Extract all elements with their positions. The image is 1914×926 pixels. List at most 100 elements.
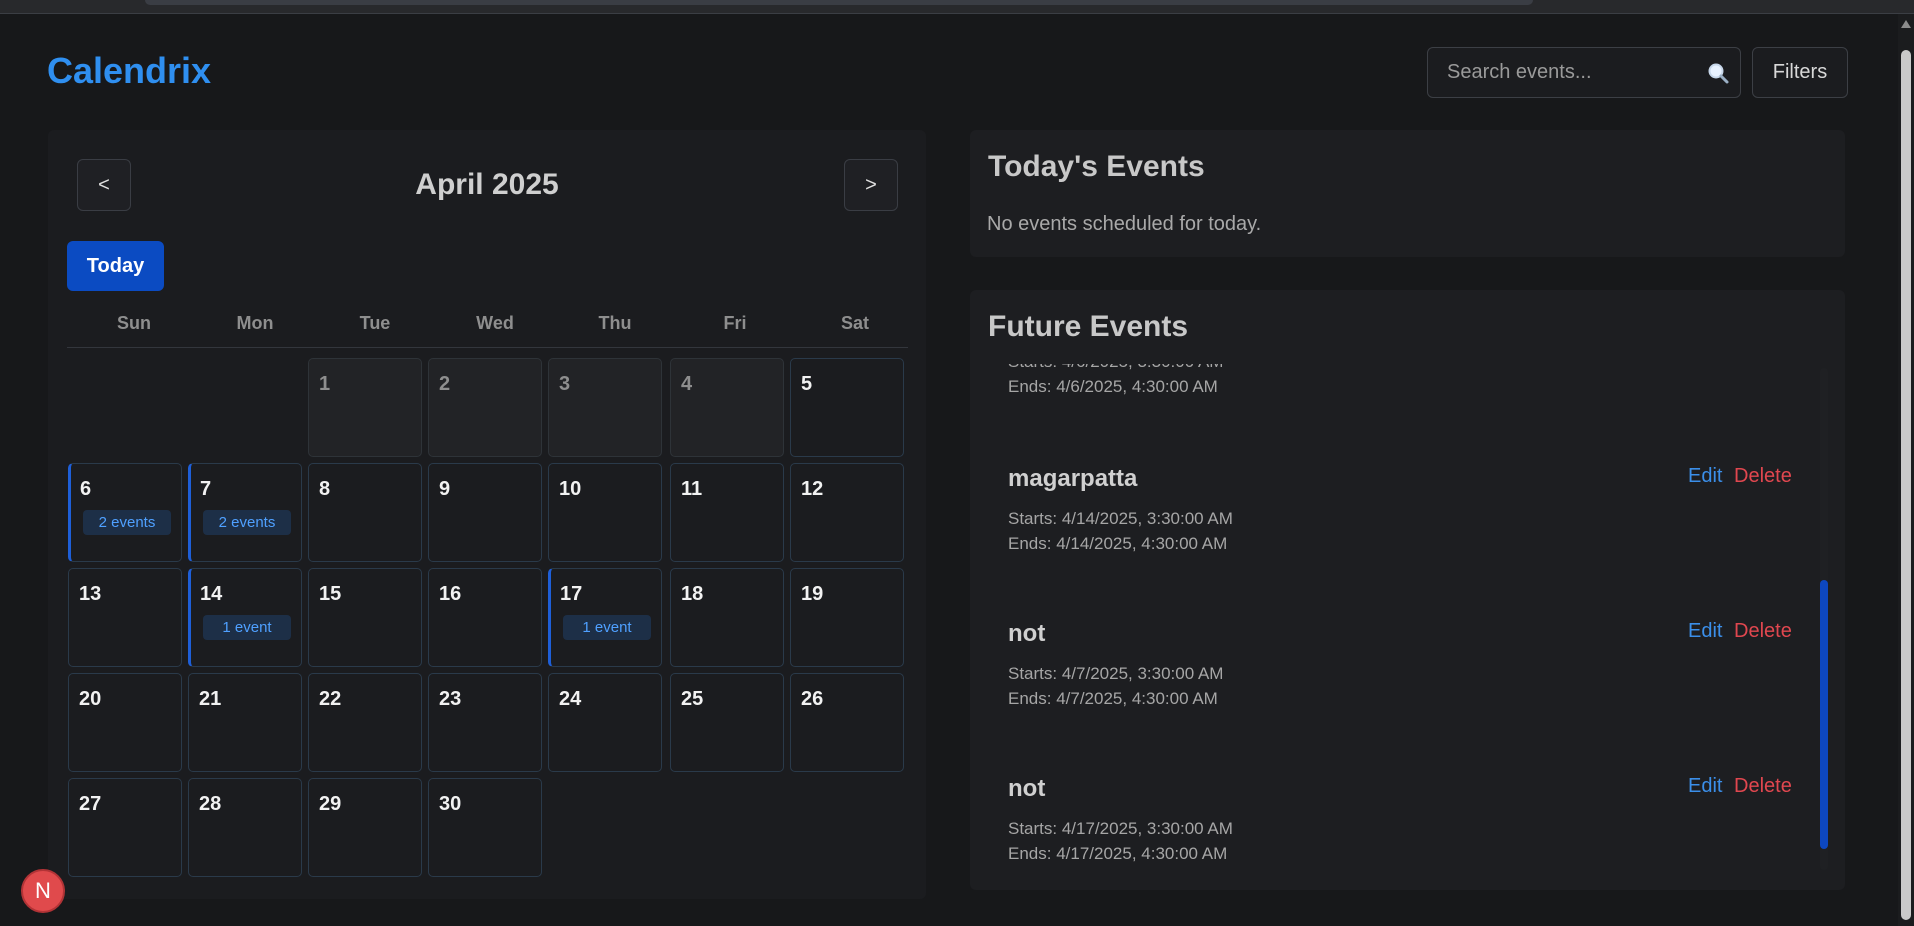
edit-event-button[interactable]: Edit bbox=[1688, 465, 1722, 488]
day-cell[interactable]: 5 bbox=[790, 358, 904, 457]
day-number: 1 bbox=[319, 373, 331, 395]
day-cell[interactable]: 12 bbox=[790, 463, 904, 562]
day-number: 26 bbox=[801, 688, 824, 710]
day-cell[interactable]: 9 bbox=[428, 463, 542, 562]
day-cell[interactable]: 17 1 event bbox=[548, 568, 662, 667]
filters-button[interactable]: Filters bbox=[1752, 47, 1848, 98]
search-box[interactable] bbox=[1427, 47, 1741, 98]
event-start: Starts: 4/17/2025, 3:30:00 AM bbox=[1008, 819, 1233, 838]
address-bar-edge bbox=[145, 0, 1533, 5]
day-number: 29 bbox=[319, 793, 342, 815]
day-number: 17 bbox=[560, 583, 583, 605]
day-cell[interactable]: 1 bbox=[308, 358, 422, 457]
day-cell[interactable]: 6 2 events bbox=[68, 463, 182, 562]
weekday-header: Mon bbox=[236, 313, 274, 333]
todays-events-title: Today's Events bbox=[988, 150, 1205, 183]
day-cell[interactable]: 18 bbox=[670, 568, 784, 667]
app-logo: Calendrix bbox=[47, 50, 212, 91]
day-cell[interactable]: 2 bbox=[428, 358, 542, 457]
day-number: 28 bbox=[199, 793, 222, 815]
event-count-badge[interactable]: 2 events bbox=[203, 510, 291, 535]
edit-event-button[interactable]: Edit bbox=[1688, 775, 1722, 798]
weekday-divider bbox=[67, 347, 908, 348]
day-number: 30 bbox=[439, 793, 462, 815]
day-cell[interactable]: 21 bbox=[188, 673, 302, 772]
day-cell[interactable]: 29 bbox=[308, 778, 422, 877]
day-cell[interactable]: 20 bbox=[68, 673, 182, 772]
day-cell[interactable]: 27 bbox=[68, 778, 182, 877]
event-title: not bbox=[1008, 620, 1046, 647]
day-cell[interactable]: 22 bbox=[308, 673, 422, 772]
event-count-badge[interactable]: 1 event bbox=[203, 615, 291, 640]
day-number: 3 bbox=[559, 373, 571, 395]
scroll-up-arrow-icon[interactable] bbox=[1901, 20, 1911, 28]
no-events-message: No events scheduled for today. bbox=[987, 213, 1262, 235]
future-events-title: Future Events bbox=[988, 310, 1189, 343]
events-scrollbar-thumb[interactable] bbox=[1820, 580, 1828, 849]
weekday-header: Sat bbox=[840, 313, 869, 333]
weekday-header: Thu bbox=[598, 313, 632, 333]
day-cell[interactable]: 28 bbox=[188, 778, 302, 877]
day-cell[interactable]: 23 bbox=[428, 673, 542, 772]
event-end: Ends: 4/7/2025, 4:30:00 AM bbox=[1008, 689, 1218, 708]
day-cell[interactable]: 3 bbox=[548, 358, 662, 457]
event-count-badge[interactable]: 1 event bbox=[563, 615, 651, 640]
day-cell[interactable]: 4 bbox=[670, 358, 784, 457]
day-cell[interactable]: 19 bbox=[790, 568, 904, 667]
day-number: 11 bbox=[681, 478, 703, 500]
day-number: 19 bbox=[801, 583, 824, 605]
delete-event-button[interactable]: Delete bbox=[1734, 620, 1792, 643]
day-cell[interactable]: 15 bbox=[308, 568, 422, 667]
day-number: 25 bbox=[681, 688, 704, 710]
browser-top-strip bbox=[0, 0, 1914, 14]
day-number: 8 bbox=[319, 478, 331, 500]
day-cell[interactable]: 11 bbox=[670, 463, 784, 562]
day-cell[interactable]: 25 bbox=[670, 673, 784, 772]
day-number: 20 bbox=[79, 688, 102, 710]
day-cell[interactable]: 26 bbox=[790, 673, 904, 772]
next-month-button[interactable]: > bbox=[844, 159, 898, 211]
event-count-badge[interactable]: 2 events bbox=[83, 510, 171, 535]
day-number: 7 bbox=[200, 478, 212, 500]
day-number: 21 bbox=[199, 688, 222, 710]
search-input[interactable] bbox=[1428, 48, 1707, 97]
day-cell[interactable]: 16 bbox=[428, 568, 542, 667]
page-scrollbar[interactable] bbox=[1898, 14, 1914, 926]
delete-event-button[interactable]: Delete bbox=[1734, 465, 1792, 488]
day-number: 6 bbox=[80, 478, 92, 500]
day-number: 4 bbox=[681, 373, 693, 395]
day-number: 2 bbox=[439, 373, 451, 395]
weekday-header: Sun bbox=[117, 313, 151, 333]
event-end: Ends: 4/14/2025, 4:30:00 AM bbox=[1008, 534, 1228, 553]
event-title: not bbox=[1008, 775, 1046, 802]
edit-event-button[interactable]: Edit bbox=[1688, 620, 1722, 643]
event-start: Starts: 4/6/2025, 3:30:00 AM bbox=[1008, 364, 1223, 372]
weekday-header: Fri bbox=[723, 313, 747, 333]
event-end: Ends: 4/6/2025, 4:30:00 AM bbox=[1008, 377, 1218, 396]
day-cell[interactable]: 7 2 events bbox=[188, 463, 302, 562]
day-number: 27 bbox=[79, 793, 102, 815]
prev-month-button[interactable]: < bbox=[77, 159, 131, 211]
future-events-list[interactable]: Starts: 4/6/2025, 3:30:00 AM Ends: 4/6/2… bbox=[990, 364, 1830, 871]
page-scrollbar-thumb[interactable] bbox=[1901, 50, 1911, 920]
month-title: April 2025 bbox=[415, 168, 559, 201]
day-cell[interactable]: 30 bbox=[428, 778, 542, 877]
event-start: Starts: 4/7/2025, 3:30:00 AM bbox=[1008, 664, 1224, 683]
day-number: 14 bbox=[200, 583, 223, 605]
day-cell[interactable]: 14 1 event bbox=[188, 568, 302, 667]
delete-event-button[interactable]: Delete bbox=[1734, 775, 1792, 798]
day-number: 10 bbox=[559, 478, 582, 500]
day-cell[interactable]: 13 bbox=[68, 568, 182, 667]
day-number: 5 bbox=[801, 373, 813, 395]
day-number: 24 bbox=[559, 688, 582, 710]
day-number: 12 bbox=[801, 478, 824, 500]
search-icon[interactable] bbox=[1706, 61, 1730, 85]
user-avatar[interactable]: N bbox=[21, 869, 65, 913]
event-title: magarpatta bbox=[1008, 465, 1138, 492]
day-cell[interactable]: 24 bbox=[548, 673, 662, 772]
today-button[interactable]: Today bbox=[67, 241, 164, 291]
day-number: 9 bbox=[439, 478, 451, 500]
weekday-header: Tue bbox=[359, 313, 391, 333]
day-cell[interactable]: 10 bbox=[548, 463, 662, 562]
day-cell[interactable]: 8 bbox=[308, 463, 422, 562]
